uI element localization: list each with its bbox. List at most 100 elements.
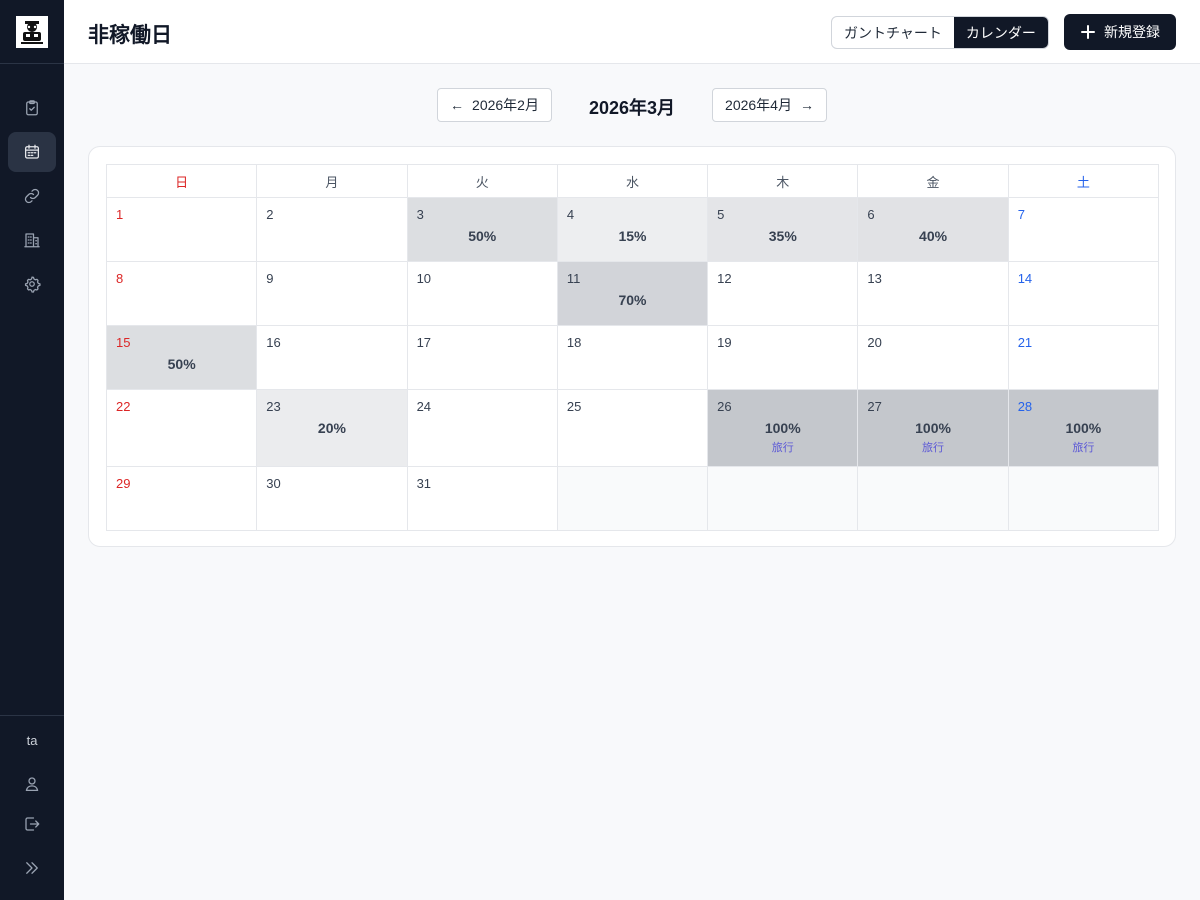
sidebar-item-company[interactable]	[8, 220, 56, 260]
day-percentage: 70%	[618, 292, 647, 308]
day-number: 15	[116, 335, 131, 350]
day-number: 16	[266, 335, 281, 350]
user-initials: ta	[26, 732, 38, 748]
day-number: 21	[1017, 335, 1033, 350]
calendar-day-cell[interactable]: 21	[1007, 325, 1160, 390]
plus-icon	[1081, 25, 1095, 39]
page-title: 非稼働日	[88, 24, 172, 47]
day-number: 2	[266, 207, 274, 222]
logo-area	[0, 0, 64, 64]
calendar-day-cell[interactable]: 11 70%	[556, 261, 709, 326]
calendar-day-cell[interactable]: 31	[406, 466, 558, 531]
calendar-day-cell[interactable]: 4 15%	[556, 197, 709, 262]
calendar-day-cell[interactable]: 2	[256, 197, 408, 262]
calendar-day-cell[interactable]: 3 50%	[406, 197, 558, 262]
view-gantt-button[interactable]: ガントチャート	[832, 17, 954, 48]
calendar-day-cell[interactable]: 17	[406, 325, 558, 390]
calendar-day-cell[interactable]: 14	[1007, 261, 1160, 326]
next-month-button[interactable]: 2026年4月 →	[712, 88, 827, 122]
calendar-day-cell[interactable]: 28 100% 旅行	[1007, 389, 1160, 467]
calendar-day-cell[interactable]: 20	[857, 325, 1009, 390]
calendar-week-row: 8 9 10 11 70% 12 13 14	[105, 261, 1160, 326]
calendar-day-cell[interactable]: 18	[556, 325, 709, 390]
day-number: 13	[867, 271, 882, 286]
calendar-empty-cell	[1007, 466, 1160, 531]
sidebar-item-tasks[interactable]	[8, 88, 56, 128]
next-month-label: 2026年4月	[725, 97, 792, 113]
view-toggle: ガントチャート カレンダー	[831, 16, 1049, 49]
weekday-header: 水	[556, 164, 709, 198]
calendar-day-cell[interactable]: 10	[406, 261, 558, 326]
calendar-day-cell[interactable]: 5 35%	[707, 197, 859, 262]
day-number: 10	[416, 271, 432, 286]
calendar-day-cell[interactable]: 24	[406, 389, 558, 467]
calendar-day-cell[interactable]: 1	[105, 197, 258, 262]
calendar-empty-cell	[707, 466, 859, 531]
sidebar-nav	[8, 88, 56, 308]
weekday-header: 日	[105, 164, 258, 198]
day-number: 22	[116, 399, 131, 414]
new-button[interactable]: 新規登録	[1064, 14, 1176, 50]
calendar-day-cell[interactable]: 25	[556, 389, 709, 467]
calendar-day-cell[interactable]: 27 100% 旅行	[857, 389, 1009, 467]
calendar-day-cell[interactable]: 6 40%	[857, 197, 1009, 262]
calendar-day-cell[interactable]: 26 100% 旅行	[707, 389, 859, 467]
weekday-header: 月	[256, 164, 408, 198]
calendar-week-row: 15 50% 16 17 18 19 20 21	[105, 325, 1160, 390]
day-number: 18	[566, 335, 582, 350]
day-number: 9	[266, 271, 274, 286]
calendar-card: 日 月 火 水 木 金 土 1 2 3 50% 4 15% 5 35% 6 40% 7 8 9 10 11 7…	[88, 146, 1176, 547]
day-number: 28	[1017, 399, 1033, 414]
calendar-week-row: 1 2 3 50% 4 15% 5 35% 6 40% 7	[105, 197, 1160, 262]
sidebar-item-calendar[interactable]	[8, 132, 56, 172]
calendar-day-cell[interactable]: 15 50%	[105, 325, 258, 390]
calendar-week-row: 22 23 20% 24 25 26 100% 旅行 27 100% 旅行 28 100% 旅行	[105, 389, 1160, 467]
prev-month-button[interactable]: ← 2026年2月	[437, 88, 552, 122]
day-number: 29	[116, 476, 131, 491]
calendar-day-cell[interactable]: 9	[256, 261, 408, 326]
day-number: 17	[416, 335, 432, 350]
calendar-day-cell[interactable]: 16	[256, 325, 408, 390]
day-number: 7	[1017, 207, 1025, 222]
day-number: 30	[266, 476, 281, 491]
calendar-day-cell[interactable]: 30	[256, 466, 408, 531]
day-number: 23	[266, 399, 281, 414]
day-percentage: 15%	[618, 228, 647, 244]
calendar-day-cell[interactable]: 19	[707, 325, 859, 390]
day-percentage: 100%	[1065, 420, 1102, 436]
calendar-day-cell[interactable]: 22	[105, 389, 258, 467]
day-percentage: 40%	[919, 228, 948, 244]
view-calendar-button[interactable]: カレンダー	[953, 17, 1048, 48]
calendar-day-cell[interactable]: 29	[105, 466, 258, 531]
expand-sidebar-button[interactable]	[8, 848, 56, 888]
day-percentage: 35%	[768, 228, 797, 244]
calendar-day-cell[interactable]: 7	[1007, 197, 1160, 262]
logo-icon	[17, 16, 47, 47]
arrow-left-icon: ←	[450, 97, 465, 113]
chevrons-right-icon	[26, 862, 38, 874]
sidebar-footer: ta	[0, 715, 64, 888]
day-number: 3	[416, 207, 424, 222]
weekday-header: 火	[406, 164, 558, 198]
day-percentage: 20%	[317, 420, 346, 436]
calendar-day-cell[interactable]: 12	[707, 261, 859, 326]
calendar-empty-cell	[556, 466, 709, 531]
sidebar-item-links[interactable]	[8, 176, 56, 216]
profile-button[interactable]	[8, 764, 56, 804]
day-number: 11	[566, 271, 581, 286]
day-note: 旅行	[922, 442, 945, 454]
calendar-icon	[24, 144, 40, 159]
day-number: 8	[116, 271, 124, 286]
logout-button[interactable]	[8, 804, 56, 844]
day-number: 25	[566, 399, 582, 414]
calendar-day-cell[interactable]: 8	[105, 261, 258, 326]
new-button-label: 新規登録	[1104, 24, 1160, 40]
calendar-day-cell[interactable]: 13	[857, 261, 1009, 326]
day-note: 旅行	[771, 442, 794, 454]
sidebar-item-settings[interactable]	[8, 264, 56, 304]
link-icon	[24, 188, 40, 204]
day-number: 24	[416, 399, 432, 414]
app-logo[interactable]	[16, 15, 48, 48]
calendar-day-cell[interactable]: 23 20%	[256, 389, 408, 467]
weekday-header: 金	[857, 164, 1009, 198]
